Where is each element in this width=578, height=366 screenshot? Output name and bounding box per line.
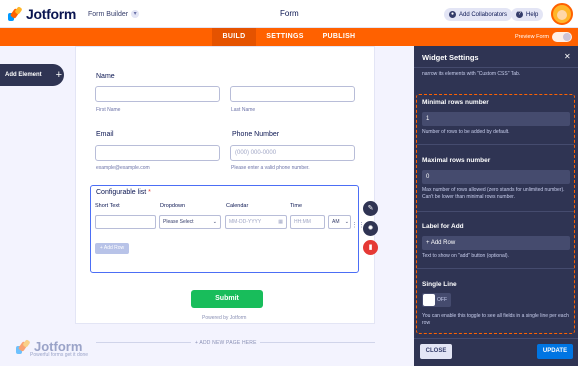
last-name-sublabel: Last Name <box>231 107 256 113</box>
panel-title: Widget Settings <box>422 53 479 62</box>
single-line-toggle[interactable]: OFF <box>422 293 451 307</box>
close-button[interactable]: CLOSE <box>420 344 452 359</box>
help-icon: ? <box>516 11 523 18</box>
add-row-button[interactable]: + Add Row <box>95 243 129 254</box>
label-for-add-label: Label for Add <box>422 223 464 230</box>
calendar-icon: ▦ <box>278 219 283 225</box>
short-text-cell[interactable] <box>95 215 156 229</box>
column-header-dropdown: Dropdown <box>160 203 186 209</box>
preview-form-label: Preview Form <box>515 34 549 40</box>
phone-sublabel: Please enter a valid phone number. <box>231 165 310 171</box>
users-icon: ● <box>449 11 456 18</box>
logo-text: Jotform <box>26 6 77 22</box>
add-collaborators-button[interactable]: ● Add Collaborators <box>444 8 513 21</box>
add-element-label: Add Element <box>5 72 42 78</box>
email-label: Email <box>96 131 114 138</box>
min-rows-desc: Number of rows to be added by default. <box>422 129 510 135</box>
max-rows-desc: Max number of rows allowed (zero stands … <box>422 187 565 200</box>
phone-input[interactable]: (000) 000-0000 <box>230 145 355 161</box>
configurable-list-widget[interactable] <box>90 185 359 273</box>
required-mark: * <box>148 189 151 196</box>
separator <box>417 144 574 145</box>
tab-settings[interactable]: SETTINGS <box>262 28 308 46</box>
form-builder-label: Form Builder <box>88 10 129 18</box>
max-rows-input[interactable]: 0 <box>422 170 570 184</box>
magic-wand-icon[interactable]: ✎ <box>363 201 378 216</box>
min-rows-input[interactable]: 1 <box>422 112 570 126</box>
toggle-state: OFF <box>437 297 447 303</box>
first-name-sublabel: First Name <box>96 107 121 113</box>
name-label: Name <box>96 73 115 80</box>
avatar[interactable] <box>551 3 573 25</box>
column-header-calendar: Calendar <box>226 203 249 209</box>
watermark-logo-icon <box>16 338 31 354</box>
dropdown-value: Please Select <box>163 219 194 225</box>
trash-icon[interactable]: ▮ <box>363 240 378 255</box>
form-builder-menu[interactable]: Form Builder ▾ <box>88 10 140 18</box>
add-collaborators-label: Add Collaborators <box>459 11 508 18</box>
email-sublabel: example@example.com <box>96 165 150 171</box>
chevron-down-icon: ⌄ <box>212 219 217 225</box>
update-button[interactable]: UPDATE <box>537 344 573 359</box>
configurable-list-label: Configurable list * <box>96 189 151 196</box>
close-icon[interactable]: ✕ <box>564 52 571 61</box>
top-bar: Jotform Form Builder ▾ Form ● Add Collab… <box>0 0 578 28</box>
column-header-time: Time <box>290 203 303 209</box>
panel-note: narrow its elements with "Custom CSS" Ta… <box>422 71 521 77</box>
page-divider-right <box>260 342 375 343</box>
add-new-page-link[interactable]: + ADD NEW PAGE HERE <box>195 340 257 346</box>
calendar-placeholder: MM-DD-YYYY <box>229 219 262 225</box>
tab-publish[interactable]: PUBLISH <box>318 28 360 46</box>
min-rows-label: Minimal rows number <box>422 99 489 106</box>
max-rows-label: Maximal rows number <box>422 157 491 164</box>
separator <box>417 211 574 212</box>
email-input[interactable] <box>95 145 220 161</box>
ampm-select[interactable]: AM ⌄ <box>328 215 351 229</box>
chevron-down-icon: ⌄ <box>344 219 349 225</box>
single-line-desc: You can enable this toggle to see all fi… <box>422 313 569 326</box>
help-label: Help <box>526 11 539 18</box>
single-line-label: Single Line <box>422 281 457 288</box>
form-title[interactable]: Form <box>280 9 299 18</box>
phone-label: Phone Number <box>232 131 280 138</box>
watermark-tagline: Powerful forms get it done <box>30 352 89 358</box>
label-for-add-input[interactable]: + Add Row <box>422 236 570 250</box>
separator <box>417 268 574 269</box>
submit-button[interactable]: Submit <box>191 290 263 308</box>
gear-icon[interactable]: ✹ <box>363 221 378 236</box>
column-header-short-text: Short Text <box>95 203 120 209</box>
first-name-input[interactable] <box>95 86 220 102</box>
jotform-logo-icon <box>8 6 23 21</box>
ampm-value: AM <box>332 219 340 225</box>
preview-form-toggle[interactable] <box>552 32 572 42</box>
dropdown-cell[interactable]: Please Select ⌄ <box>159 215 221 229</box>
time-cell[interactable]: HH:MM <box>290 215 325 229</box>
plus-icon: + <box>55 69 63 81</box>
calendar-cell[interactable]: MM-DD-YYYY ▦ <box>225 215 287 229</box>
configurable-list-title: Configurable list <box>96 189 147 196</box>
powered-by-text: Powered by Jotform <box>202 315 247 321</box>
help-button[interactable]: ? Help <box>511 8 544 21</box>
drag-handle-icon[interactable]: ⋮⋮ <box>351 222 365 232</box>
jotform-logo[interactable]: Jotform <box>8 6 76 22</box>
tab-build[interactable]: BUILD <box>212 28 256 46</box>
toggle-knob <box>423 294 435 306</box>
chevron-down-icon: ▾ <box>131 10 140 18</box>
label-for-add-desc: Text to show on "add" button (optional). <box>422 253 509 259</box>
panel-header: Widget Settings ✕ <box>414 46 578 68</box>
page-divider-left <box>96 342 191 343</box>
avatar-face <box>557 10 567 20</box>
add-element-button[interactable]: Add Element + <box>0 64 64 86</box>
tab-bar: BUILD SETTINGS PUBLISH Preview Form <box>0 28 578 46</box>
last-name-input[interactable] <box>230 86 355 102</box>
